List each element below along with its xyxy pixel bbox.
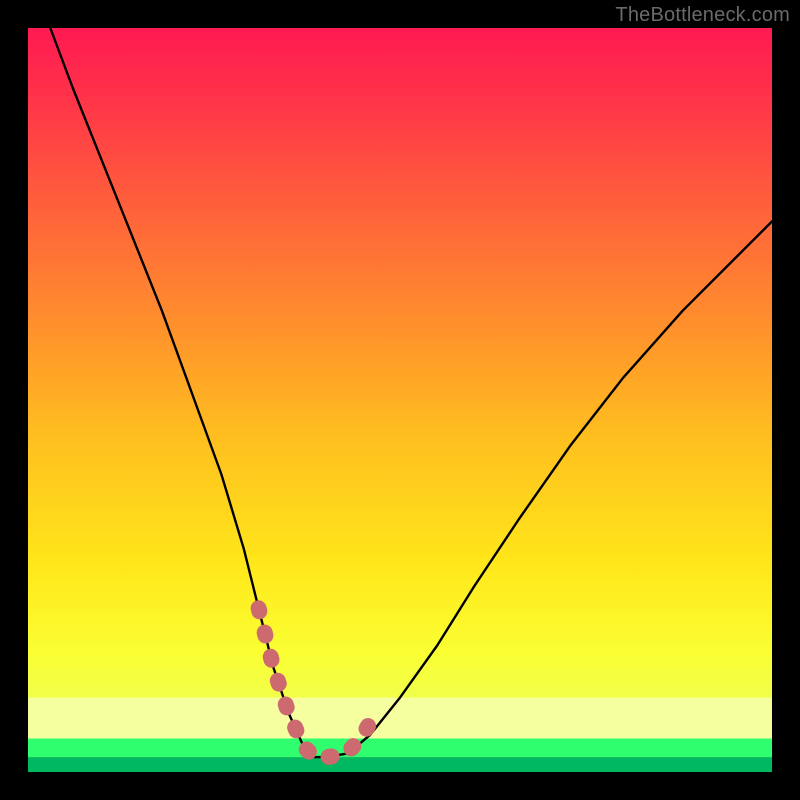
band-deep-green-band [28,757,772,772]
plot-area [28,28,772,772]
band-pale-yellow-band [28,698,772,739]
attribution-text: TheBottleneck.com [615,4,790,27]
chart-frame: TheBottleneck.com [0,0,800,800]
chart-svg [28,28,772,772]
bottleneck-curve [50,28,772,757]
band-bright-green-band [28,739,772,758]
